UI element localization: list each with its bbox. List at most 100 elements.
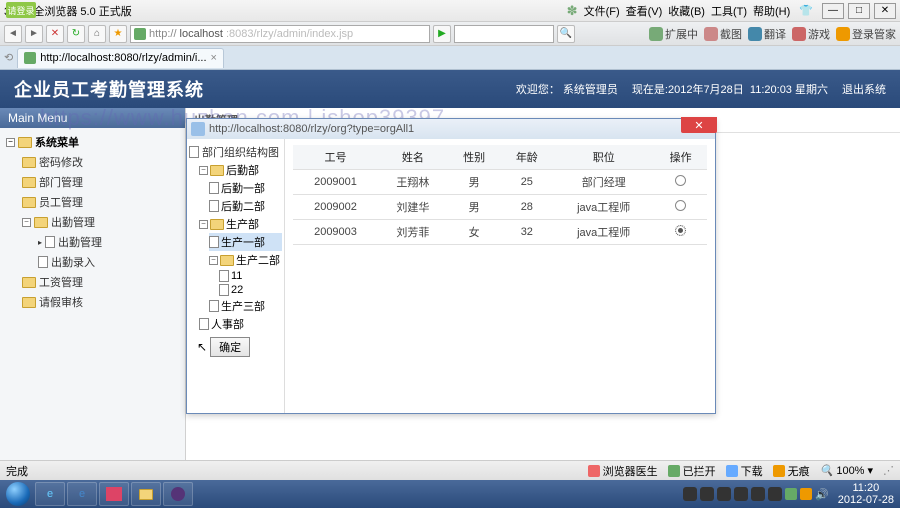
home-button[interactable]: ⌂: [88, 25, 106, 43]
menu-fav[interactable]: 收藏(B): [666, 3, 707, 19]
select-radio[interactable]: [675, 225, 686, 236]
tab-active[interactable]: http://localhost:8080/rlzy/admin/i... ×: [17, 48, 224, 68]
restore-icon[interactable]: ⟲: [4, 51, 13, 64]
start-button[interactable]: [2, 480, 34, 508]
collapse-icon[interactable]: −: [6, 138, 15, 147]
sidebar-item-salary[interactable]: 工资管理: [0, 272, 185, 292]
tree-node-hr[interactable]: 人事部: [199, 315, 282, 333]
sidebar-item-pwd[interactable]: 密码修改: [0, 152, 185, 172]
cloth-icon[interactable]: 👕: [797, 4, 815, 17]
resize-grip-icon[interactable]: ⋰: [883, 464, 894, 477]
go-button[interactable]: ▶: [433, 25, 451, 43]
task-app1[interactable]: [99, 482, 129, 506]
confirm-button[interactable]: 确定: [210, 337, 250, 357]
menu-tools[interactable]: 工具(T): [709, 3, 749, 19]
tool-game[interactable]: 游戏: [792, 26, 830, 42]
clock[interactable]: 11:202012-07-28: [832, 482, 894, 506]
sidebar-item-attend-mgr[interactable]: ▸出勤管理: [0, 232, 185, 252]
sidebar-item-attend[interactable]: −出勤管理: [0, 212, 185, 232]
qq-icon[interactable]: [717, 487, 731, 501]
tool-ext[interactable]: 扩展中: [649, 26, 698, 42]
tree-node-prod2[interactable]: −生产二部: [209, 251, 282, 269]
sidebar-item-emp[interactable]: 员工管理: [0, 192, 185, 212]
qq-icon[interactable]: [683, 487, 697, 501]
sidebar-item-leave[interactable]: 请假审核: [0, 292, 185, 312]
folder-icon: [139, 489, 153, 500]
cell-role: java工程师: [553, 195, 654, 220]
menu-help[interactable]: 帮助(H): [751, 3, 792, 19]
tree-node-11[interactable]: 11: [219, 269, 282, 283]
search-input[interactable]: [454, 25, 554, 43]
translate-icon: [748, 27, 762, 41]
collapse-icon[interactable]: −: [22, 218, 31, 227]
tool-login[interactable]: 登录管家: [836, 26, 896, 42]
table-row[interactable]: 2009003刘芳菲女32java工程师: [293, 220, 707, 245]
tab-close-icon[interactable]: ×: [211, 52, 217, 64]
ie-icon: [191, 122, 205, 136]
tool-capture[interactable]: 截图: [704, 26, 742, 42]
tree-node-22[interactable]: 22: [219, 283, 282, 297]
qq-icon[interactable]: [700, 487, 714, 501]
menu-file[interactable]: 文件(F): [582, 3, 622, 19]
cell-name: 刘建华: [378, 195, 448, 220]
status-download[interactable]: 下载: [726, 463, 763, 479]
sidebar-item-attend-input[interactable]: 出勤录入: [0, 252, 185, 272]
refresh-button[interactable]: ↻: [67, 25, 85, 43]
tree-node-prod3[interactable]: 生产三部: [209, 297, 282, 315]
tree-node-prod1[interactable]: 生产一部: [209, 233, 282, 251]
collapse-icon[interactable]: −: [199, 166, 208, 175]
now-time: 11:20:03: [750, 84, 792, 96]
table-row[interactable]: 2009002刘建华男28java工程师: [293, 195, 707, 220]
translate-bubble[interactable]: 请登录: [6, 2, 36, 18]
qq-icon[interactable]: [734, 487, 748, 501]
mask-icon: [773, 465, 785, 477]
tree-node-log2[interactable]: 后勤二部: [209, 197, 282, 215]
cell-id: 2009001: [293, 170, 378, 195]
task-eclipse[interactable]: [163, 482, 193, 506]
stop-button[interactable]: ✕: [46, 25, 64, 43]
status-zoom[interactable]: 🔍100% ▾: [820, 464, 873, 477]
url-input[interactable]: http://localhost:8083/rlzy/admin/index.j…: [130, 25, 430, 43]
back-button[interactable]: ◄: [4, 25, 22, 43]
qq-icon[interactable]: [751, 487, 765, 501]
shield-icon: [668, 465, 680, 477]
dialog-close-button[interactable]: ✕: [681, 117, 717, 133]
maximize-button[interactable]: □: [848, 3, 870, 19]
logout-link[interactable]: 退出系统: [842, 81, 886, 97]
minimize-button[interactable]: —: [822, 3, 844, 19]
taskbar: e e 🔊 11:202012-07-28: [0, 480, 900, 508]
tray-icon[interactable]: [785, 488, 797, 500]
now-label: 现在是:: [632, 84, 668, 96]
status-private[interactable]: 无痕: [773, 463, 810, 479]
sidebar-root[interactable]: −系统菜单: [0, 132, 185, 152]
sidebar-item-dept[interactable]: 部门管理: [0, 172, 185, 192]
status-doctor[interactable]: 浏览器医生: [588, 463, 658, 479]
status-block[interactable]: 已拦开: [668, 463, 716, 479]
close-button[interactable]: ✕: [874, 3, 896, 19]
table-row[interactable]: 2009001王翔林男25部门经理: [293, 170, 707, 195]
page-title: 企业员工考勤管理系统: [14, 76, 204, 102]
browser-menu: 文件(F) 查看(V) 收藏(B) 工具(T) 帮助(H) 👕 — □ ✕: [582, 3, 896, 19]
url-proto: http://: [149, 28, 177, 40]
tool-translate[interactable]: 翻译: [748, 26, 786, 42]
tree-node-log1[interactable]: 后勤一部: [209, 179, 282, 197]
volume-icon[interactable]: 🔊: [815, 488, 829, 501]
forward-button[interactable]: ►: [25, 25, 43, 43]
select-radio[interactable]: [675, 175, 686, 186]
clock-time: 11:20: [838, 482, 894, 494]
select-radio[interactable]: [675, 200, 686, 211]
menu-view[interactable]: 查看(V): [624, 3, 665, 19]
task-ie[interactable]: e: [35, 482, 65, 506]
dialog-titlebar[interactable]: http://localhost:8080/rlzy/org?type=orgA…: [187, 119, 715, 139]
qq-icon[interactable]: [768, 487, 782, 501]
favorite-button[interactable]: ★: [109, 25, 127, 43]
tray-icon[interactable]: [800, 488, 812, 500]
collapse-icon[interactable]: −: [209, 256, 218, 265]
tree-node-production[interactable]: −生产部: [199, 215, 282, 233]
tree-node-logistics[interactable]: −后勤部: [199, 161, 282, 179]
collapse-icon[interactable]: −: [199, 220, 208, 229]
tree-pane: 部门组织结构图 −后勤部 后勤一部 后勤二部 −生产部 生产一部 −生产二部 1…: [187, 139, 285, 413]
task-ie2[interactable]: e: [67, 482, 97, 506]
task-explorer[interactable]: [131, 482, 161, 506]
search-button[interactable]: 🔍: [557, 25, 575, 43]
